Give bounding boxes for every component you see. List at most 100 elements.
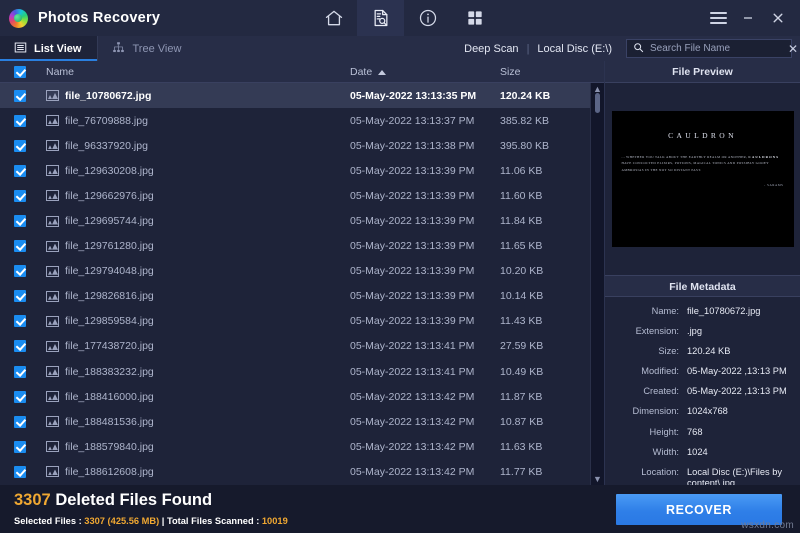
column-header-name[interactable]: Name <box>40 66 350 78</box>
row-checkbox[interactable] <box>14 440 26 453</box>
row-checkbox[interactable] <box>14 365 26 378</box>
image-file-icon <box>46 416 59 428</box>
image-file-icon <box>46 366 59 378</box>
row-file-name: file_188481536.jpg <box>65 415 154 428</box>
row-checkbox[interactable] <box>14 114 26 127</box>
metadata-value: file_10780672.jpg <box>687 306 761 316</box>
row-checkbox[interactable] <box>14 340 26 353</box>
row-checkbox[interactable] <box>14 139 26 152</box>
table-row[interactable]: file_96337920.jpg 05-May-2022 13:13:38 PM… <box>0 133 604 158</box>
column-header-size[interactable]: Size <box>500 66 600 78</box>
row-checkbox[interactable] <box>14 315 26 328</box>
table-row[interactable]: file_129826816.jpg 05-May-2022 13:13:39 P… <box>0 284 604 309</box>
image-file-icon <box>46 90 59 102</box>
close-icon[interactable] <box>764 3 792 33</box>
metadata-value: 120.24 KB <box>687 346 731 357</box>
row-checkbox[interactable] <box>14 89 26 102</box>
preview-image: CAULDRON ... WHETHER YOU TALK ABOUT THE … <box>611 111 794 247</box>
scan-document-icon[interactable] <box>357 0 404 36</box>
search-input[interactable] <box>650 43 782 54</box>
metadata-key: Dimension: <box>632 406 679 417</box>
row-size: 10.49 KB <box>500 365 544 378</box>
row-checkbox[interactable] <box>14 189 26 202</box>
app-logo <box>0 8 36 28</box>
home-icon[interactable] <box>310 0 357 36</box>
row-size: 385.82 KB <box>500 114 550 127</box>
row-name-cell: file_188579840.jpg <box>40 441 350 453</box>
info-icon[interactable] <box>404 0 451 36</box>
scan-filter-bar: Deep Scan | Local Disc (E:\) ✕ <box>456 36 800 61</box>
table-row[interactable]: file_129630208.jpg 05-May-2022 13:13:39 P… <box>0 158 604 183</box>
row-checkbox-cell <box>0 465 40 478</box>
table-row[interactable]: file_188416000.jpg 05-May-2022 13:13:42 P… <box>0 384 604 409</box>
deep-scan-label[interactable]: Deep Scan <box>456 43 526 55</box>
row-date: 05-May-2022 13:13:39 PM <box>350 164 475 177</box>
table-row[interactable]: file_129859584.jpg 05-May-2022 13:13:39 P… <box>0 309 604 334</box>
metadata-row: Created: 05-May-2022 ,13:13 PM <box>605 386 800 398</box>
table-row[interactable]: file_129761280.jpg 05-May-2022 13:13:39 P… <box>0 234 604 259</box>
table-row[interactable]: file_129695744.jpg 05-May-2022 13:13:39 P… <box>0 208 604 233</box>
row-checkbox[interactable] <box>14 265 26 278</box>
row-checkbox[interactable] <box>14 215 26 228</box>
table-row[interactable]: file_188481536.jpg 05-May-2022 13:13:42 P… <box>0 409 604 434</box>
table-row[interactable]: file_129662976.jpg 05-May-2022 13:13:39 P… <box>0 183 604 208</box>
tab-list-view-label: List View <box>34 42 82 55</box>
metadata-row: Modified: 05-May-2022 ,13:13 PM <box>605 366 800 378</box>
menu-icon[interactable] <box>704 3 732 33</box>
row-checkbox[interactable] <box>14 164 26 177</box>
tree-view-icon <box>112 41 125 57</box>
row-checkbox-cell <box>0 315 40 328</box>
row-file-name: file_129761280.jpg <box>65 240 154 253</box>
drive-label[interactable]: Local Disc (E:\) <box>529 43 620 55</box>
row-checkbox[interactable] <box>14 465 26 478</box>
row-checkbox-cell <box>0 215 40 228</box>
table-row[interactable]: file_188579840.jpg 05-May-2022 13:13:42 P… <box>0 434 604 459</box>
file-metadata-list: Name: file_10780672.jpg Extension: .jpg Size… <box>605 297 800 490</box>
photos-recovery-logo-icon <box>8 8 28 28</box>
scroll-down-icon[interactable]: ▼ <box>593 473 602 485</box>
grid-icon[interactable] <box>451 0 498 36</box>
table-row[interactable]: file_177438720.jpg 05-May-2022 13:13:41 P… <box>0 334 604 359</box>
row-checkbox[interactable] <box>14 390 26 403</box>
column-header-date[interactable]: Date <box>350 66 500 78</box>
preview-image-body: ... WHETHER YOU TALK ABOUT THE EARTHLY R… <box>622 154 784 173</box>
total-scanned-label: Total Files Scanned : <box>167 516 262 526</box>
image-file-icon <box>46 115 59 127</box>
row-checkbox[interactable] <box>14 240 26 253</box>
clear-search-icon[interactable]: ✕ <box>788 43 798 55</box>
minimize-button[interactable] <box>734 3 762 33</box>
deleted-files-found: 3307 Deleted Files Found <box>14 491 212 510</box>
found-count: 3307 <box>14 491 51 509</box>
row-checkbox[interactable] <box>14 290 26 303</box>
file-list-scrollbar[interactable]: ▲ ▼ <box>590 83 604 485</box>
preview-body-post: HAVE CONCOCTED ELIXIRS, POTIONS, MAGICAL… <box>621 161 769 172</box>
metadata-value: 768 <box>687 426 703 437</box>
row-size: 11.43 KB <box>500 315 543 328</box>
metadata-value: .jpg <box>687 326 702 337</box>
search-box[interactable]: ✕ <box>626 39 798 58</box>
tab-tree-view[interactable]: Tree View <box>98 36 197 61</box>
image-file-icon <box>46 215 59 227</box>
row-checkbox-cell <box>0 440 40 453</box>
select-all-checkbox[interactable] <box>14 66 26 78</box>
metadata-row: Height: 768 <box>605 427 800 439</box>
scrollbar-thumb[interactable] <box>595 93 600 113</box>
table-row[interactable]: file_188612608.jpg 05-May-2022 13:13:42 P… <box>0 459 604 484</box>
row-checkbox-cell <box>0 89 40 102</box>
row-name-cell: file_10780672.jpg <box>40 90 350 102</box>
image-file-icon <box>46 466 59 478</box>
table-row[interactable]: file_76709888.jpg 05-May-2022 13:13:37 PM… <box>0 108 604 133</box>
row-checkbox[interactable] <box>14 415 26 428</box>
tab-list-view[interactable]: List View <box>0 36 98 61</box>
row-name-cell: file_129859584.jpg <box>40 315 350 327</box>
table-row[interactable]: file_129794048.jpg 05-May-2022 13:13:39 P… <box>0 259 604 284</box>
preview-body-word: CAULDRONS <box>748 155 780 159</box>
metadata-key: Width: <box>652 446 679 457</box>
table-row[interactable]: file_188383232.jpg 05-May-2022 13:13:41 P… <box>0 359 604 384</box>
metadata-row: Size: 120.24 KB <box>605 346 800 358</box>
view-tab-bar: List View Tree View Deep Scan | Local Di… <box>0 36 800 61</box>
row-checkbox-cell <box>0 265 40 278</box>
file-list-rows: file_10780672.jpg 05-May-2022 13:13:35 PM… <box>0 83 604 485</box>
row-name-cell: file_96337920.jpg <box>40 140 350 152</box>
table-row[interactable]: file_10780672.jpg 05-May-2022 13:13:35 PM… <box>0 83 604 109</box>
